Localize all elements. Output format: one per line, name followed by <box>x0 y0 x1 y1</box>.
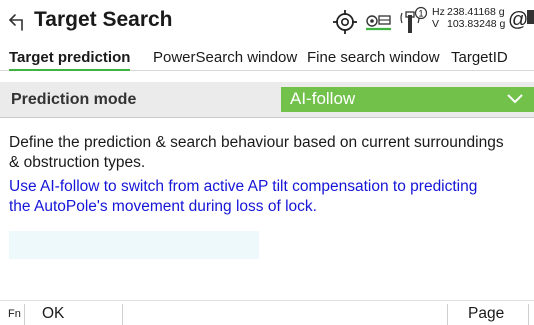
prediction-mode-row: Prediction mode AI-follow <box>0 82 534 118</box>
v-value: 103.83248 g <box>447 18 506 30</box>
softkey-bar: Fn OK Page <box>0 300 534 325</box>
chevron-down-icon <box>507 94 523 104</box>
fn-key[interactable]: Fn <box>8 308 21 320</box>
autopole-icon[interactable]: 1 <box>400 6 428 36</box>
autopole-badge: 1 <box>418 9 423 19</box>
back-arrow-icon[interactable] <box>6 9 32 35</box>
tab-fine-search-window[interactable]: Fine search window <box>307 49 440 66</box>
softkey-divider <box>24 304 25 325</box>
page-button[interactable]: Page <box>468 305 504 323</box>
v-label: V <box>432 18 440 30</box>
softkey-divider <box>122 304 123 325</box>
prediction-mode-label: Prediction mode <box>11 91 137 108</box>
hz-label: Hz <box>432 6 445 18</box>
description-line: & obstruction types. <box>9 154 146 171</box>
angle-readout: Hz 238.41168 g V 103.83248 g <box>432 6 505 30</box>
tab-target-prediction[interactable]: Target prediction <box>9 49 131 71</box>
prism-icon[interactable] <box>364 10 394 34</box>
hint-line: Use AI-follow to switch from active AP t… <box>9 178 478 195</box>
description-line: Define the prediction & search behaviour… <box>9 134 504 151</box>
ok-button[interactable]: OK <box>42 305 64 323</box>
hint-line: the AutoPole's movement during loss of l… <box>9 198 317 215</box>
hz-value: 238.41168 g <box>447 6 505 18</box>
prediction-mode-select[interactable]: AI-follow <box>281 87 534 112</box>
description-text: Define the prediction & search behaviour… <box>9 133 534 173</box>
tab-bar: Target prediction PowerSearch window Fin… <box>0 43 534 71</box>
tab-powersearch-window[interactable]: PowerSearch window <box>153 49 297 66</box>
prediction-mode-value: AI-follow <box>290 89 356 108</box>
title-bar: Target Search 1 Hz 238.41168 g V 103.83248… <box>0 0 534 43</box>
hint-text: Use AI-follow to switch from active AP t… <box>9 177 534 217</box>
target-icon[interactable] <box>332 9 358 35</box>
softkey-divider <box>447 304 448 325</box>
empty-info-field <box>9 231 259 259</box>
softkey-divider <box>528 304 529 325</box>
page-title: Target Search <box>34 8 173 31</box>
tab-targetid[interactable]: TargetID <box>451 49 508 66</box>
battery-icon[interactable] <box>526 8 534 34</box>
